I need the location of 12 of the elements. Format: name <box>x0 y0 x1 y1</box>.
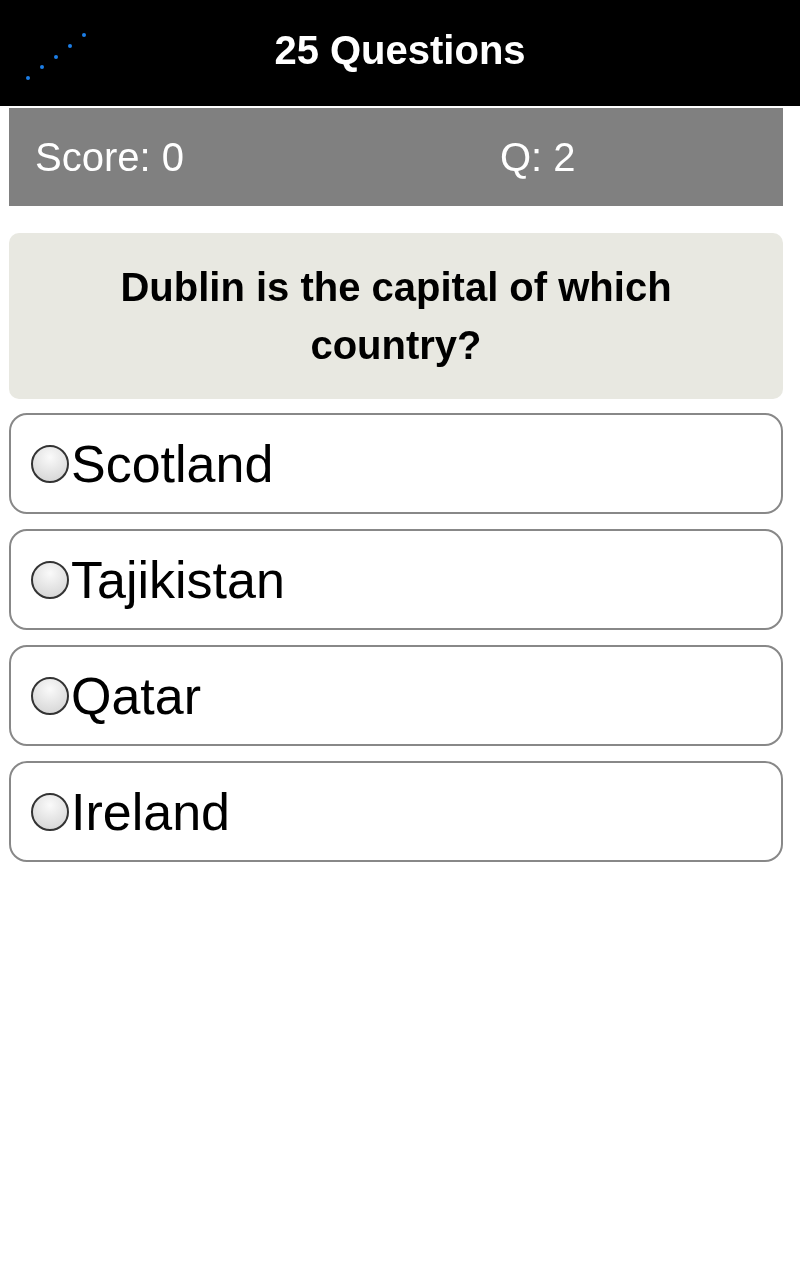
radio-button[interactable] <box>31 676 69 715</box>
answer-option[interactable]: Qatar <box>9 645 783 746</box>
answer-option[interactable]: Tajikistan <box>9 529 783 630</box>
radio-button[interactable] <box>31 444 69 483</box>
question-number: Q: 2 <box>500 137 576 177</box>
radio-button[interactable] <box>31 792 69 831</box>
answer-option[interactable]: Ireland <box>9 761 783 862</box>
radio-button[interactable] <box>31 560 69 599</box>
answer-option[interactable]: Scotland <box>9 413 783 514</box>
score-label: Score: 0 <box>35 137 185 177</box>
question-text: Dublin is the capital of which country? <box>119 264 673 369</box>
app-title: 25 Questions <box>274 30 526 70</box>
